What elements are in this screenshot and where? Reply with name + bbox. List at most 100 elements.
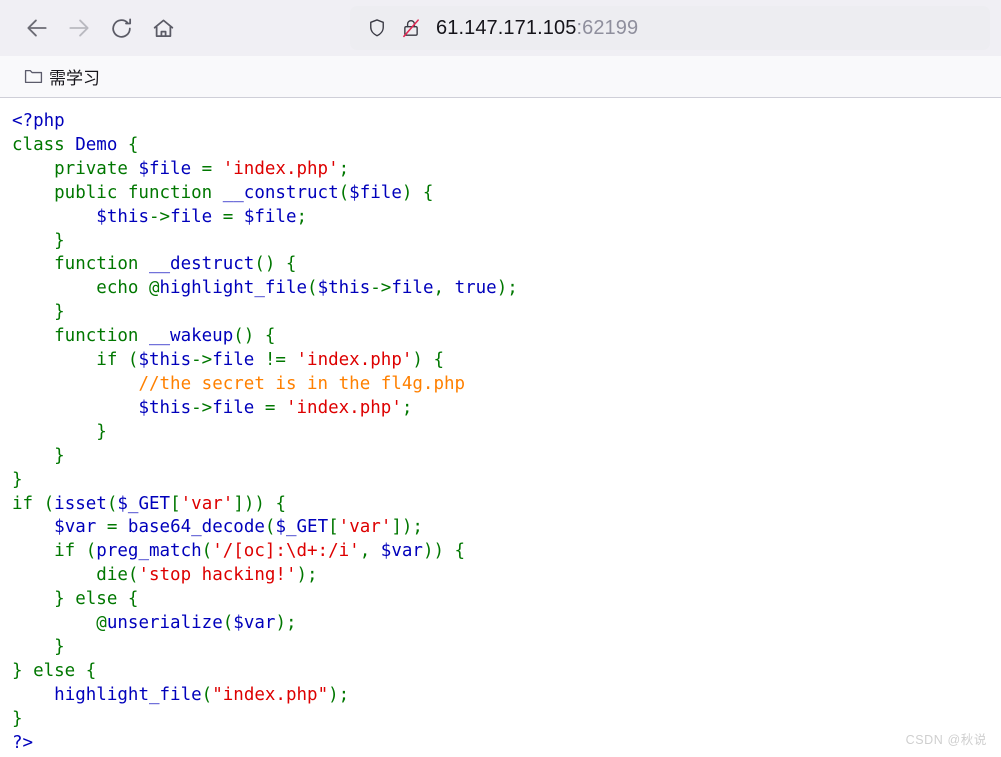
code-token: die(: [12, 565, 138, 585]
code-token: [12, 398, 138, 418]
code-token: [12, 613, 96, 633]
code-line: if ($this->file != 'index.php') {: [12, 350, 444, 370]
code-token: ->: [149, 207, 170, 227]
forward-button[interactable]: [58, 7, 100, 49]
code-line: $var = base64_decode($_GET['var']);: [12, 517, 423, 537]
code-token: private: [12, 159, 138, 179]
code-token: "index.php": [212, 685, 328, 705]
code-line: }: [12, 446, 65, 466]
csdn-watermark: CSDN @秋说: [906, 729, 987, 748]
code-token: file: [170, 207, 223, 227]
code-line: ?>: [12, 733, 33, 753]
reload-icon: [109, 16, 134, 41]
folder-icon: [22, 67, 44, 87]
code-token: (: [107, 494, 118, 514]
code-token: 'index.php': [223, 159, 339, 179]
code-line: function __wakeup() {: [12, 326, 275, 346]
code-token: );: [497, 278, 518, 298]
code-token: <?php: [12, 111, 65, 131]
code-token: $this: [138, 398, 191, 418]
code-token: Demo: [75, 135, 128, 155]
tracking-protection-shield-icon[interactable]: [360, 17, 394, 39]
code-token: ]);: [391, 517, 423, 537]
code-token: if (: [12, 541, 96, 561]
code-token: preg_match: [96, 541, 201, 561]
code-line: }: [12, 231, 65, 251]
code-token: (: [202, 685, 213, 705]
code-token: base64_decode: [128, 517, 265, 537]
code-token: =: [223, 207, 244, 227]
back-button[interactable]: [16, 7, 58, 49]
code-line: public function __construct($file) {: [12, 183, 433, 203]
url-bar[interactable]: 61.147.171.105:62199: [350, 6, 990, 50]
code-token: [12, 374, 138, 394]
code-token: if (: [12, 494, 54, 514]
code-token: }: [12, 637, 65, 657]
code-token: $file: [138, 159, 201, 179]
bookmark-label: 需学习: [49, 64, 100, 89]
code-token: }: [12, 446, 65, 466]
code-token: 'index.php': [297, 350, 413, 370]
code-token: }: [12, 709, 23, 729]
code-token: =: [107, 517, 128, 537]
home-icon: [151, 16, 176, 41]
php-source-code: <?php class Demo { private $file = 'inde…: [0, 99, 1001, 755]
code-line: }: [12, 302, 65, 322]
code-token: (: [307, 278, 318, 298]
home-button[interactable]: [142, 7, 184, 49]
code-token: @: [149, 278, 160, 298]
code-token: );: [296, 565, 317, 585]
code-token: function: [12, 254, 149, 274]
code-token: isset: [54, 494, 107, 514]
code-line: } else {: [12, 661, 96, 681]
code-token: echo: [12, 278, 149, 298]
code-token: file: [212, 398, 265, 418]
code-token: 'var': [339, 517, 392, 537]
code-token: function: [12, 326, 149, 346]
code-token: ?>: [12, 733, 33, 753]
code-line: }: [12, 709, 23, 729]
code-token: =: [265, 398, 286, 418]
code-line: }: [12, 470, 23, 490]
code-token: ])) {: [233, 494, 286, 514]
code-token: $_GET: [275, 517, 328, 537]
code-token: } else {: [12, 589, 138, 609]
code-token: ->: [191, 350, 212, 370]
code-token: ) {: [402, 183, 434, 203]
code-token: (: [339, 183, 350, 203]
code-token: () {: [233, 326, 275, 346]
code-token: file: [391, 278, 433, 298]
code-line: private $file = 'index.php';: [12, 159, 349, 179]
bookmark-folder-item[interactable]: 需学习: [16, 61, 106, 92]
code-token: true: [455, 278, 497, 298]
code-line: } else {: [12, 589, 138, 609]
reload-button[interactable]: [100, 7, 142, 49]
code-line: echo @highlight_file($this->file, true);: [12, 278, 518, 298]
code-token: ,: [434, 278, 455, 298]
connection-insecure-lock-icon[interactable]: [394, 17, 428, 39]
back-arrow-icon: [24, 15, 50, 41]
code-token: $var: [233, 613, 275, 633]
code-token: $this: [138, 350, 191, 370]
code-token: $_GET: [117, 494, 170, 514]
code-token: ,: [360, 541, 381, 561]
code-token: $this: [96, 207, 149, 227]
code-token: ) {: [412, 350, 444, 370]
browser-window: 61.147.171.105:62199 需学习 <?php class Dem…: [0, 0, 1001, 757]
code-token: ;: [297, 207, 308, 227]
code-token: __destruct: [149, 254, 254, 274]
code-token: 'index.php': [286, 398, 402, 418]
code-token: () {: [254, 254, 296, 274]
code-token: __construct: [223, 183, 339, 203]
code-token: }: [12, 231, 65, 251]
code-line: <?php: [12, 111, 65, 131]
code-token: [: [328, 517, 339, 537]
code-token: $file: [349, 183, 402, 203]
code-line: if (preg_match('/[oc]:\d+:/i', $var)) {: [12, 541, 465, 561]
code-token: highlight_file: [54, 685, 202, 705]
code-token: );: [328, 685, 349, 705]
url-text[interactable]: 61.147.171.105:62199: [436, 17, 638, 40]
code-token: (: [223, 613, 234, 633]
code-token: }: [12, 422, 107, 442]
code-token: '/[oc]:\d+:/i': [212, 541, 360, 561]
